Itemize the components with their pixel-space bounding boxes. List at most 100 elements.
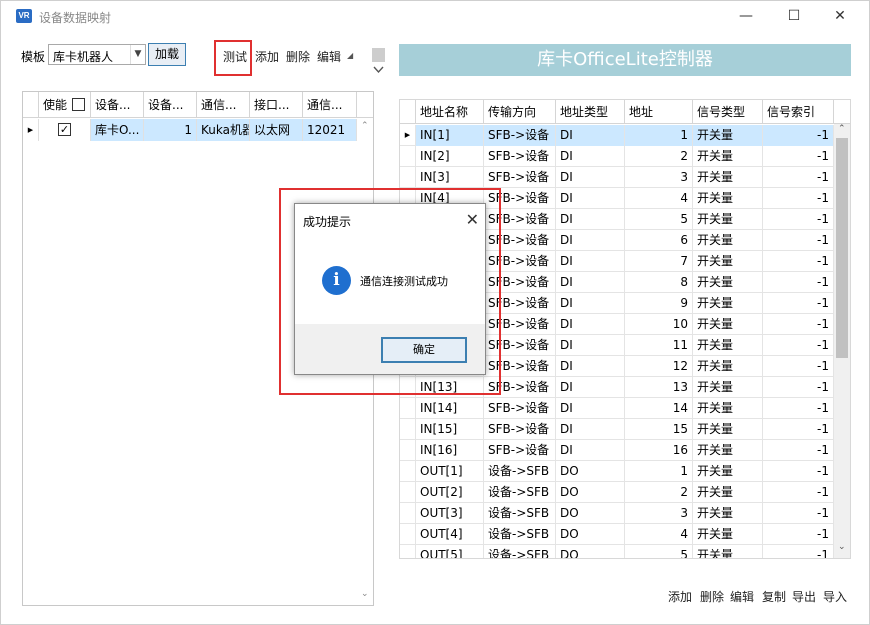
chevron-down-icon[interactable]: ▼ bbox=[130, 45, 145, 64]
signal-index-cell[interactable]: -1 bbox=[763, 146, 834, 167]
edit-button[interactable]: 编辑 bbox=[317, 48, 341, 65]
address-cell[interactable]: 1 bbox=[625, 461, 693, 482]
template-select[interactable]: 库卡机器人 ▼ bbox=[48, 44, 146, 65]
table-row[interactable]: OUT[1] 设备->SFB DO 1 开关量 -1 bbox=[400, 461, 834, 482]
address-cell[interactable]: 3 bbox=[625, 167, 693, 188]
address-type-cell[interactable]: DI bbox=[556, 440, 625, 461]
address-cell[interactable]: 4 bbox=[625, 188, 693, 209]
signal-type-cell[interactable]: 开关量 bbox=[693, 524, 763, 545]
signal-type-cell[interactable]: 开关量 bbox=[693, 125, 763, 146]
table-row[interactable]: IN[16] SFB->设备 DI 16 开关量 -1 bbox=[400, 440, 834, 461]
col-port-header[interactable]: 通信... bbox=[303, 92, 357, 118]
col-interface-header[interactable]: 接口... bbox=[250, 92, 303, 118]
signal-index-cell[interactable]: -1 bbox=[763, 335, 834, 356]
signal-type-cell[interactable]: 开关量 bbox=[693, 440, 763, 461]
row-header-cell[interactable] bbox=[400, 440, 416, 461]
load-button[interactable]: 加载 bbox=[148, 43, 186, 66]
direction-cell[interactable]: SFB->设备 bbox=[484, 398, 556, 419]
table-row[interactable]: IN[3] SFB->设备 DI 3 开关量 -1 bbox=[400, 167, 834, 188]
col-signal-index-header[interactable]: 信号索引 bbox=[763, 100, 834, 124]
address-cell[interactable]: 10 bbox=[625, 314, 693, 335]
address-type-cell[interactable]: DI bbox=[556, 230, 625, 251]
col-direction-header[interactable]: 传输方向 bbox=[484, 100, 556, 124]
device-row[interactable]: ▶ ✓ 库卡O... 1 Kuka机器 以太网 12021 bbox=[23, 119, 373, 141]
table-row[interactable]: ▶ IN[1] SFB->设备 DI 1 开关量 -1 bbox=[400, 125, 834, 146]
direction-cell[interactable]: SFB->设备 bbox=[484, 419, 556, 440]
address-type-cell[interactable]: DO bbox=[556, 524, 625, 545]
direction-cell[interactable]: 设备->SFB bbox=[484, 524, 556, 545]
address-name-cell[interactable]: IN[15] bbox=[416, 419, 484, 440]
signal-type-cell[interactable]: 开关量 bbox=[693, 146, 763, 167]
signal-index-cell[interactable]: -1 bbox=[763, 251, 834, 272]
device-name-cell[interactable]: 库卡O... bbox=[91, 119, 144, 141]
col-device-name-header[interactable]: 设备... bbox=[91, 92, 144, 118]
table-row[interactable]: IN[2] SFB->设备 DI 2 开关量 -1 bbox=[400, 146, 834, 167]
row-header-cell[interactable] bbox=[400, 482, 416, 503]
signal-index-cell[interactable]: -1 bbox=[763, 125, 834, 146]
signal-index-cell[interactable]: -1 bbox=[763, 377, 834, 398]
scroll-down-icon[interactable]: ⌄ bbox=[361, 589, 369, 599]
table-row[interactable]: IN[15] SFB->设备 DI 15 开关量 -1 bbox=[400, 419, 834, 440]
address-cell[interactable]: 8 bbox=[625, 272, 693, 293]
address-type-cell[interactable]: DI bbox=[556, 146, 625, 167]
address-name-cell[interactable]: OUT[1] bbox=[416, 461, 484, 482]
direction-cell[interactable]: 设备->SFB bbox=[484, 461, 556, 482]
scroll-up-icon[interactable]: ⌃ bbox=[361, 121, 369, 131]
address-type-cell[interactable]: DI bbox=[556, 377, 625, 398]
signal-type-cell[interactable]: 开关量 bbox=[693, 461, 763, 482]
address-name-cell[interactable]: IN[16] bbox=[416, 440, 484, 461]
address-cell[interactable]: 16 bbox=[625, 440, 693, 461]
maximize-button[interactable]: ☐ bbox=[779, 5, 809, 27]
signal-type-cell[interactable]: 开关量 bbox=[693, 356, 763, 377]
direction-cell[interactable]: SFB->设备 bbox=[484, 167, 556, 188]
address-type-cell[interactable]: DI bbox=[556, 167, 625, 188]
col-signal-type-header[interactable]: 信号类型 bbox=[693, 100, 763, 124]
address-cell[interactable]: 14 bbox=[625, 398, 693, 419]
address-type-cell[interactable]: DI bbox=[556, 356, 625, 377]
signal-grid-scrollbar[interactable]: ⌃ ⌄ bbox=[834, 124, 850, 558]
address-cell[interactable]: 12 bbox=[625, 356, 693, 377]
signal-index-cell[interactable]: -1 bbox=[763, 461, 834, 482]
table-row[interactable]: IN[14] SFB->设备 DI 14 开关量 -1 bbox=[400, 398, 834, 419]
address-cell[interactable]: 3 bbox=[625, 503, 693, 524]
address-type-cell[interactable]: DO bbox=[556, 545, 625, 558]
address-name-cell[interactable]: IN[3] bbox=[416, 167, 484, 188]
scroll-up-icon[interactable]: ⌃ bbox=[838, 124, 846, 134]
signal-index-cell[interactable]: -1 bbox=[763, 209, 834, 230]
signal-type-cell[interactable]: 开关量 bbox=[693, 209, 763, 230]
direction-cell[interactable]: 设备->SFB bbox=[484, 503, 556, 524]
address-name-cell[interactable]: OUT[5] bbox=[416, 545, 484, 558]
bottom-copy-button[interactable]: 复制 bbox=[762, 588, 786, 605]
table-row[interactable]: OUT[3] 设备->SFB DO 3 开关量 -1 bbox=[400, 503, 834, 524]
row-header-cell[interactable] bbox=[400, 419, 416, 440]
col-address-type-header[interactable]: 地址类型 bbox=[556, 100, 625, 124]
row-header-cell[interactable] bbox=[400, 461, 416, 482]
table-row[interactable]: OUT[4] 设备->SFB DO 4 开关量 -1 bbox=[400, 524, 834, 545]
row-header-cell[interactable] bbox=[400, 167, 416, 188]
col-address-header[interactable]: 地址 bbox=[625, 100, 693, 124]
signal-type-cell[interactable]: 开关量 bbox=[693, 167, 763, 188]
address-type-cell[interactable]: DI bbox=[556, 251, 625, 272]
address-type-cell[interactable]: DI bbox=[556, 188, 625, 209]
signal-type-cell[interactable]: 开关量 bbox=[693, 293, 763, 314]
address-cell[interactable]: 5 bbox=[625, 209, 693, 230]
signal-index-cell[interactable]: -1 bbox=[763, 440, 834, 461]
direction-cell[interactable]: SFB->设备 bbox=[484, 125, 556, 146]
table-row[interactable]: OUT[5] 设备->SFB DO 5 开关量 -1 bbox=[400, 545, 834, 558]
signal-index-cell[interactable]: -1 bbox=[763, 167, 834, 188]
header-checkbox[interactable] bbox=[72, 98, 85, 111]
address-type-cell[interactable]: DO bbox=[556, 461, 625, 482]
table-row[interactable]: OUT[2] 设备->SFB DO 2 开关量 -1 bbox=[400, 482, 834, 503]
signal-index-cell[interactable]: -1 bbox=[763, 314, 834, 335]
address-type-cell[interactable]: DI bbox=[556, 314, 625, 335]
address-name-cell[interactable]: IN[1] bbox=[416, 125, 484, 146]
row-header-cell[interactable] bbox=[400, 524, 416, 545]
address-name-cell[interactable]: OUT[4] bbox=[416, 524, 484, 545]
device-comm-cell[interactable]: Kuka机器 bbox=[197, 119, 250, 141]
signal-type-cell[interactable]: 开关量 bbox=[693, 482, 763, 503]
address-cell[interactable]: 6 bbox=[625, 230, 693, 251]
signal-type-cell[interactable]: 开关量 bbox=[693, 398, 763, 419]
row-header-cell[interactable] bbox=[400, 398, 416, 419]
col-comm-header[interactable]: 通信... bbox=[197, 92, 250, 118]
device-port-cell[interactable]: 12021 bbox=[303, 119, 357, 141]
